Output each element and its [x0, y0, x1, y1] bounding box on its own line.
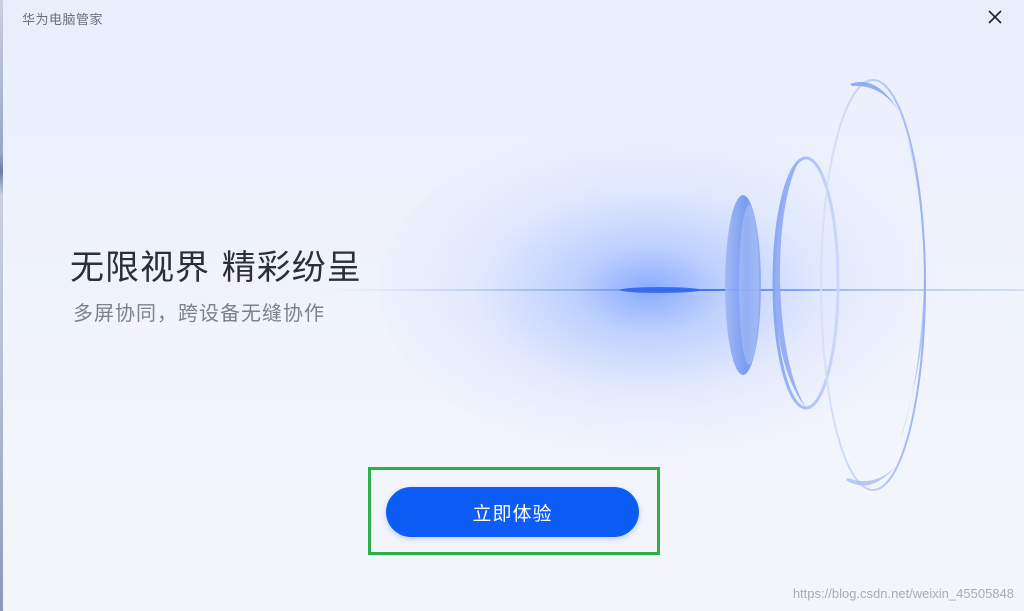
title-bar: 华为电脑管家 — [0, 0, 1024, 34]
promo-subtitle: 多屏协同，跨设备无缝协作 — [73, 301, 325, 325]
screen-disc-3 — [820, 79, 926, 491]
huawei-pc-manager-window: 华为电脑管家 无限视界 精彩纷呈 多屏协同，跨设备无缝协作 立即体验 https… — [0, 0, 1024, 611]
app-title: 华为电脑管家 — [22, 13, 104, 28]
promo-headline: 无限视界 精彩纷呈 — [70, 248, 362, 288]
background-window-edge — [0, 0, 3, 611]
close-button[interactable] — [980, 4, 1010, 30]
watermark-url: https://blog.csdn.net/weixin_45505848 — [792, 586, 1014, 601]
light-beam — [320, 287, 1024, 293]
background-glow — [380, 120, 940, 460]
try-now-button[interactable]: 立即体验 — [386, 487, 639, 537]
screen-disc-2 — [772, 156, 840, 410]
close-icon — [988, 10, 1002, 24]
screen-disc-1 — [725, 195, 761, 375]
